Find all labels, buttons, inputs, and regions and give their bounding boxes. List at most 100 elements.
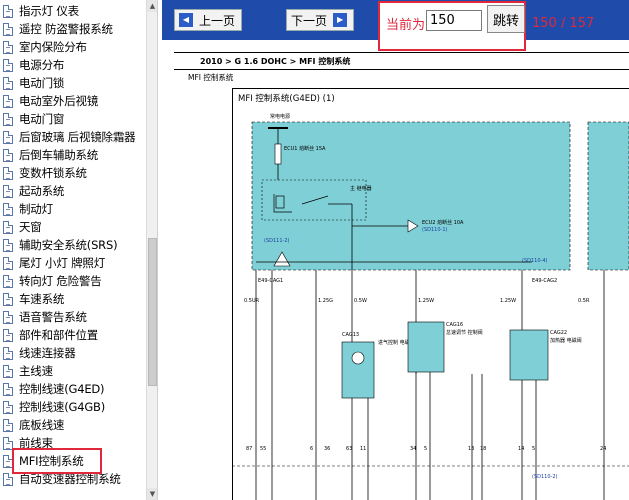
tree-item-label: 电动门窗 bbox=[19, 112, 65, 126]
document-icon bbox=[3, 202, 13, 216]
document-icon bbox=[3, 418, 13, 432]
fuse-symbol bbox=[274, 143, 282, 165]
section-label: MFI 控制系统 bbox=[188, 73, 234, 82]
pin-number-6: 11 bbox=[360, 446, 366, 452]
document-header: 2010 > G 1.6 DOHC > MFI 控制系统 bbox=[174, 52, 629, 70]
component-label-2: 怠速调节 控制阀 bbox=[446, 329, 483, 336]
tree-item[interactable]: 遥控 防盗警报系统 bbox=[0, 20, 150, 38]
tree-item[interactable]: 底板线速 bbox=[0, 416, 150, 434]
document-icon bbox=[3, 148, 13, 162]
scrollbar-thumb[interactable] bbox=[148, 238, 157, 386]
tree-item-label: 车速系统 bbox=[19, 292, 65, 306]
wire-label-3: 0.5W bbox=[354, 298, 367, 304]
tree-item-label: 变数杆锁系统 bbox=[19, 166, 87, 180]
tree-item[interactable]: 控制线速(G4GB) bbox=[0, 398, 150, 416]
tree-item[interactable]: 尾灯 小灯 牌照灯 bbox=[0, 254, 150, 272]
document-icon bbox=[3, 76, 13, 90]
tree-item[interactable]: 主线速 bbox=[0, 362, 150, 380]
document-icon bbox=[3, 256, 13, 270]
tree-item[interactable]: 电动门窗 bbox=[0, 110, 150, 128]
document-icon bbox=[3, 220, 13, 234]
tree-item[interactable]: 辅助安全系统(SRS) bbox=[0, 236, 150, 254]
ref-label-4: (SD110-2) bbox=[532, 474, 558, 480]
tree-item-label: 辅助安全系统(SRS) bbox=[19, 238, 118, 252]
scroll-up-icon[interactable]: ▲ bbox=[147, 0, 157, 12]
document-viewer: ◀ 上一页 下一页 ▶ 当前为 跳转 150 / 157 2010 > G 1.… bbox=[162, 0, 629, 500]
document-icon bbox=[3, 346, 13, 360]
tree-item[interactable]: 语音警告系统 bbox=[0, 308, 150, 326]
pin-number-4: 36 bbox=[324, 446, 330, 452]
scroll-down-icon[interactable]: ▼ bbox=[147, 488, 157, 500]
tree-item[interactable]: 部件和部件位置 bbox=[0, 326, 150, 344]
tree-item[interactable]: 线速连接器 bbox=[0, 344, 150, 362]
sidebar-scrollbar[interactable]: ▲ ▼ bbox=[146, 0, 157, 500]
wire-label-2: 1.25G bbox=[318, 298, 333, 304]
ref-label-2: (SD111-2) bbox=[264, 238, 290, 244]
jump-button[interactable]: 跳转 bbox=[487, 5, 525, 33]
pin-number-9: 13 bbox=[468, 446, 474, 452]
tree-item-label: 线速连接器 bbox=[19, 346, 76, 360]
tree-item[interactable]: 制动灯 bbox=[0, 200, 150, 218]
tree-item-label: 遥控 防盗警报系统 bbox=[19, 22, 113, 36]
ref-label-1: (SD110-1) bbox=[422, 227, 448, 233]
tree-item[interactable]: 天窗 bbox=[0, 218, 150, 236]
pin-number-1: 87 bbox=[246, 446, 252, 452]
document-icon bbox=[3, 184, 13, 198]
tree-item-label: 后倒车辅助系统 bbox=[19, 148, 99, 162]
tree-item-label: 主线速 bbox=[19, 364, 53, 378]
tree-item[interactable]: 电动门锁 bbox=[0, 74, 150, 92]
breadcrumb: 2010 > G 1.6 DOHC > MFI 控制系统 bbox=[200, 57, 351, 66]
tree-item[interactable]: 控制线速(G4ED) bbox=[0, 380, 150, 398]
pin-number-5: 63 bbox=[346, 446, 352, 452]
tree-item-label: 电动门锁 bbox=[19, 76, 65, 90]
tree-item-label: 天窗 bbox=[19, 220, 42, 234]
side-area-block bbox=[587, 121, 629, 271]
wiring-diagram: 常电电源 ECU1 熔断丝 15A 主 继电器 ECU2 熔断丝 10A (SD… bbox=[232, 113, 629, 500]
document-icon bbox=[3, 382, 13, 396]
component-block-3 bbox=[509, 329, 549, 381]
document-icon bbox=[3, 22, 13, 36]
tree-item[interactable]: 后窗玻璃 后视镜除霜器 bbox=[0, 128, 150, 146]
tree-item-label: 指示灯 仪表 bbox=[19, 4, 79, 18]
document-icon bbox=[3, 130, 13, 144]
document-icon bbox=[3, 274, 13, 288]
pin-number-12: 5 bbox=[532, 446, 535, 452]
wire-label-6: 0.5R bbox=[578, 298, 590, 304]
tree-item[interactable]: 电动室外后视镜 bbox=[0, 92, 150, 110]
next-page-label: 下一页 bbox=[291, 13, 328, 28]
selection-highlight-box bbox=[12, 448, 102, 474]
document-icon bbox=[3, 310, 13, 324]
main-relay-label: 主 继电器 bbox=[350, 185, 372, 192]
pin-number-11: 14 bbox=[518, 446, 524, 452]
wire-label-4: 1.25W bbox=[418, 298, 434, 304]
document-icon bbox=[3, 166, 13, 180]
document-icon bbox=[3, 112, 13, 126]
pin-number-8: 5 bbox=[424, 446, 427, 452]
document-icon bbox=[3, 94, 13, 108]
tree-item-label: 部件和部件位置 bbox=[19, 328, 99, 342]
page-number-input[interactable] bbox=[426, 10, 482, 31]
prev-page-button[interactable]: ◀ 上一页 bbox=[174, 9, 243, 31]
arrow-left-icon: ◀ bbox=[179, 13, 193, 27]
tree-item[interactable]: 室内保险分布 bbox=[0, 38, 150, 56]
tree-item[interactable]: 转向灯 危险警告 bbox=[0, 272, 150, 290]
next-page-button[interactable]: 下一页 ▶ bbox=[286, 9, 355, 31]
tree-item[interactable]: 电源分布 bbox=[0, 56, 150, 74]
component-block-1 bbox=[341, 341, 375, 399]
pin-number-3: 6 bbox=[310, 446, 313, 452]
power-area-block bbox=[251, 121, 571, 271]
tree-item-label: 制动灯 bbox=[19, 202, 53, 216]
prev-page-label: 上一页 bbox=[199, 13, 236, 28]
wire-label-5: 1.25W bbox=[500, 298, 516, 304]
tree-item[interactable]: 变数杆锁系统 bbox=[0, 164, 150, 182]
tree-item[interactable]: 指示灯 仪表 bbox=[0, 2, 150, 20]
pin-number-10: 18 bbox=[480, 446, 486, 452]
ref-label-3: (SD110-4) bbox=[522, 258, 548, 264]
ecu2-fuse-label: ECU2 熔断丝 10A bbox=[422, 219, 464, 226]
document-icon bbox=[3, 328, 13, 342]
connector-label-cag22: CAG22 bbox=[550, 330, 567, 336]
tree-item[interactable]: 车速系统 bbox=[0, 290, 150, 308]
diagram-title: MFI 控制系统(G4ED) (1) bbox=[238, 94, 335, 104]
tree-item[interactable]: 后倒车辅助系统 bbox=[0, 146, 150, 164]
tree-item[interactable]: 起动系统 bbox=[0, 182, 150, 200]
